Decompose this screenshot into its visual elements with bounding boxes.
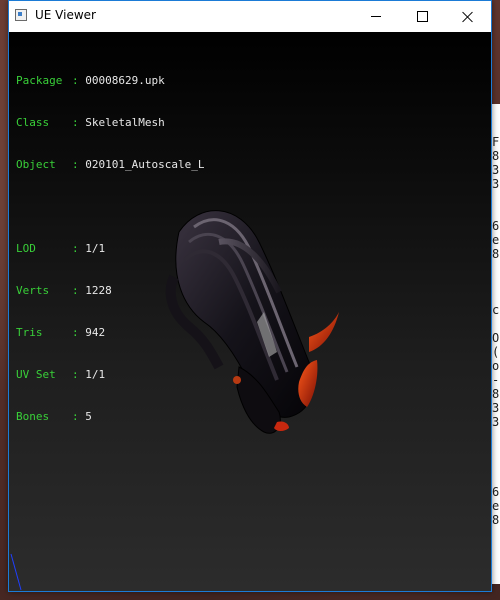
info-key: Package (16, 74, 63, 87)
info-separator: : (72, 116, 86, 129)
info-value: 00008629.upk (85, 74, 165, 87)
bg-text: o (492, 359, 500, 373)
bg-text: 3 (492, 163, 500, 177)
bg-text: F (492, 135, 500, 149)
info-value: SkeletalMesh (85, 116, 165, 129)
info-separator: : (72, 74, 86, 87)
info-value: 020101_Autoscale_L (85, 158, 205, 171)
info-separator: : (72, 326, 86, 339)
info-value: 942 (85, 326, 106, 339)
3d-viewport[interactable]: Package: 00008629.upk Class: SkeletalMes… (9, 32, 491, 591)
bg-text: 8 (492, 513, 500, 527)
info-separator: : (72, 284, 86, 297)
info-value: 1/1 (85, 368, 106, 381)
info-key: Class (16, 116, 50, 129)
bg-text: e (492, 499, 500, 513)
info-key: Bones (16, 410, 50, 423)
axis-gizmo (10, 553, 22, 591)
info-key: Object (16, 158, 56, 171)
bg-text: - (492, 373, 500, 387)
bg-text: 8 (492, 149, 500, 163)
bg-text: ( (492, 345, 500, 359)
bg-text: O (492, 331, 500, 345)
title-bar[interactable]: UE Viewer (9, 1, 491, 32)
minimize-icon (371, 16, 381, 17)
info-key: Tris (16, 326, 43, 339)
bg-text: 3 (492, 177, 500, 191)
bg-text: 8 (492, 387, 500, 401)
bg-text: 6 (492, 219, 500, 233)
bg-text: 6 (492, 485, 500, 499)
minimize-button[interactable] (353, 1, 399, 32)
bg-text: 3 (492, 401, 500, 415)
close-button[interactable] (445, 1, 491, 32)
bg-text: 3 (492, 415, 500, 429)
info-row-class: Class: SkeletalMesh (16, 116, 204, 130)
close-icon (462, 11, 474, 23)
info-separator: : (72, 158, 86, 171)
app-icon[interactable] (15, 9, 27, 21)
info-separator: : (72, 242, 86, 255)
maximize-button[interactable] (399, 1, 445, 32)
window-title: UE Viewer (35, 8, 96, 22)
bg-text: e (492, 233, 500, 247)
skeletal-mesh-render[interactable] (149, 182, 349, 442)
ue-viewer-window: UE Viewer Package: 00008629.upk Class: S… (8, 0, 492, 592)
bg-text: c (492, 303, 500, 317)
info-value: 1/1 (85, 242, 106, 255)
bg-text: 8 (492, 247, 500, 261)
info-separator: : (72, 410, 86, 423)
info-value: 1228 (85, 284, 112, 297)
maximize-icon (416, 11, 428, 22)
info-row-package: Package: 00008629.upk (16, 74, 204, 88)
info-value: 5 (85, 410, 92, 423)
info-key: LOD (16, 242, 36, 255)
info-separator: : (72, 368, 86, 381)
info-key: Verts (16, 284, 50, 297)
info-key: UV Set (16, 368, 56, 381)
info-row-object: Object: 020101_Autoscale_L (16, 158, 204, 172)
